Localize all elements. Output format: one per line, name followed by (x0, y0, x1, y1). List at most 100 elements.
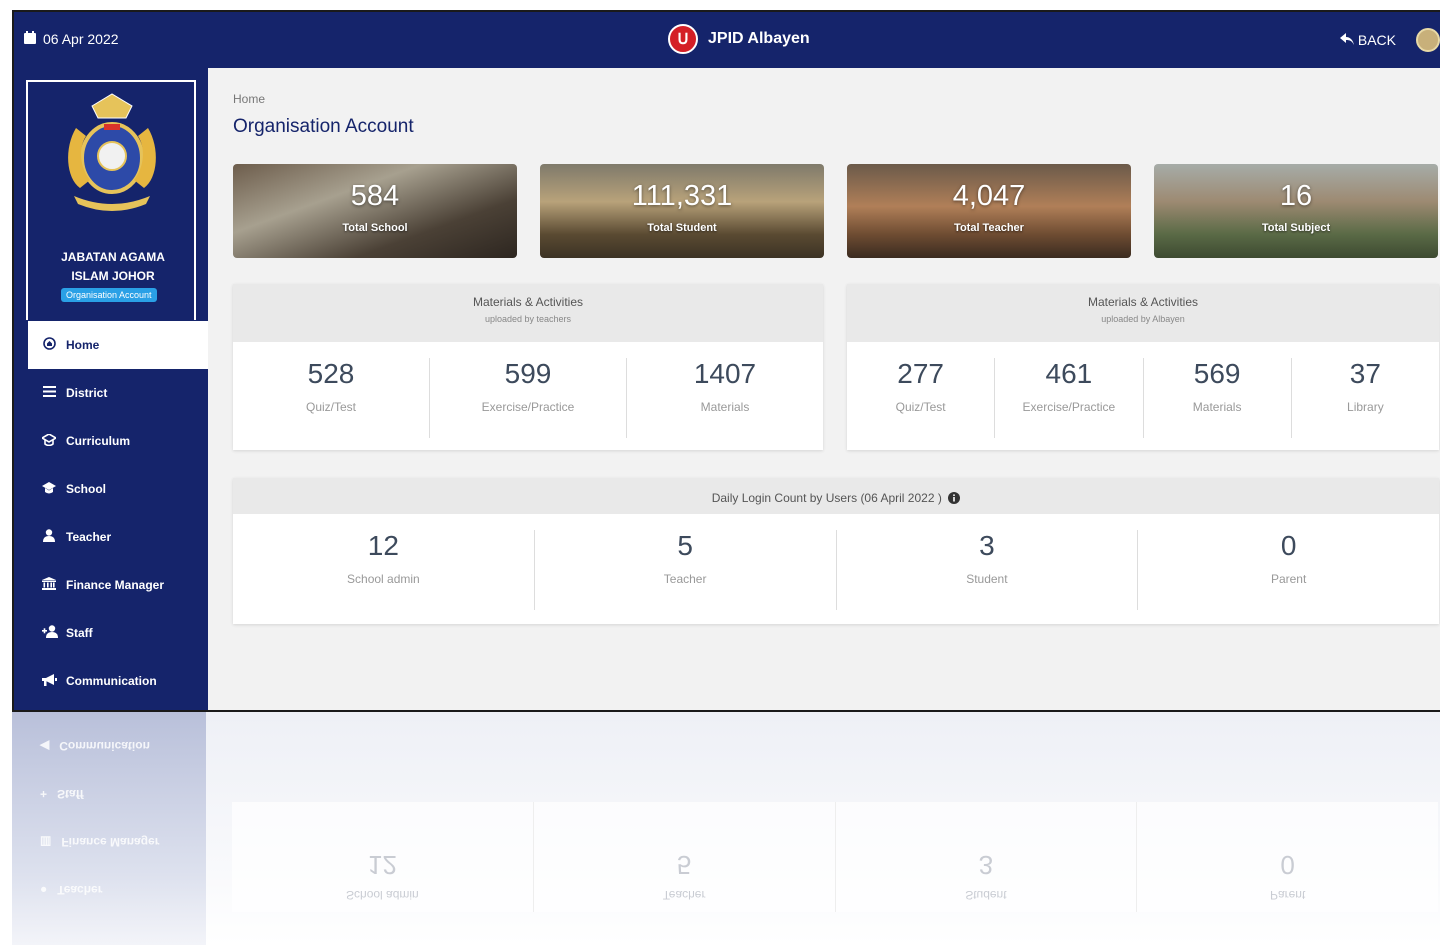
reflection-label: Teacher (57, 883, 103, 897)
metric-label: Exercise/Practice (1022, 400, 1116, 414)
sidebar-item-communication[interactable]: Communication (28, 657, 208, 705)
megaphone-icon: ◀ (40, 739, 50, 753)
metric-exercise-practice[interactable]: 599 Exercise/Practice (430, 358, 627, 438)
user-plus-icon: + (40, 787, 48, 801)
login-school-admin[interactable]: 12 School admin (233, 530, 535, 610)
graduation-icon (40, 432, 58, 449)
login-student[interactable]: 3 Student (837, 530, 1139, 610)
daily-login-panel: Daily Login Count by Users (06 April 202… (233, 478, 1439, 624)
reflection-label: Student (965, 888, 1007, 902)
panel-cells: 528 Quiz/Test 599 Exercise/Practice 1407… (233, 358, 823, 438)
stat-value: 584 (350, 180, 400, 212)
school-icon (42, 481, 56, 497)
metric-label: Student (966, 572, 1008, 586)
metric-quiz-test[interactable]: 528 Quiz/Test (233, 358, 430, 438)
metric-library[interactable]: 37 Library (1292, 358, 1439, 438)
metric-label: Materials (1192, 400, 1242, 414)
sidebar-item-label: Staff (66, 626, 93, 640)
metric-value: 599 (504, 358, 552, 389)
account-type-badge: Organisation Account (61, 288, 157, 302)
reflection-cell: Student 3 (835, 802, 1138, 912)
reflection-value: 12 (367, 850, 397, 880)
panel-header: Daily Login Count by Users (06 April 202… (233, 478, 1439, 514)
panel-header: Materials & Activities uploaded by Albay… (847, 284, 1439, 342)
reflection-cell: School admin 12 (232, 802, 534, 912)
metric-label: Teacher (663, 572, 707, 586)
sidebar-item-label: Curriculum (66, 434, 131, 448)
screenshot-reflection: ◀ Communication + Staff ▥ Finance Manager ●… (12, 712, 1440, 945)
info-icon[interactable] (948, 491, 961, 509)
metric-value: 1407 (693, 358, 757, 389)
stat-card-total-subject[interactable]: 16 Total Subject (1154, 164, 1438, 258)
bank-icon (42, 577, 56, 593)
org-name-line2: ISLAM JOHOR (71, 269, 155, 283)
metric-label: Materials (700, 400, 750, 414)
metric-label: Parent (1270, 572, 1307, 586)
metric-materials[interactable]: 569 Materials (1144, 358, 1292, 438)
metric-materials[interactable]: 1407 Materials (627, 358, 823, 438)
sidebar-item-label: Teacher (66, 530, 112, 544)
org-crest-frame: JABATAN AGAMA ISLAM JOHOR Organisation A… (26, 80, 196, 320)
stat-card-total-student[interactable]: 111,331 Total Student (540, 164, 824, 258)
panel-cells: 12 School admin 5 Teacher 3 Student 0 Pa… (233, 530, 1439, 610)
stat-card-total-teacher[interactable]: 4,047 Total Teacher (847, 164, 1131, 258)
materials-teachers-panel: Materials & Activities uploaded by teach… (233, 284, 823, 450)
sidebar-item-label: Finance Manager (66, 578, 165, 592)
login-parent[interactable]: 0 Parent (1138, 530, 1439, 610)
org-name: JABATAN AGAMA ISLAM JOHOR (28, 248, 198, 286)
reflection-label: Staff (57, 787, 84, 801)
metric-value: 12 (367, 530, 399, 561)
stat-card-total-school[interactable]: 584 Total School (233, 164, 517, 258)
metric-exercise-practice[interactable]: 461 Exercise/Practice (995, 358, 1144, 438)
back-label: BACK (1357, 32, 1396, 48)
sidebar-item-home[interactable]: Home (28, 321, 208, 369)
reflection-cell: Teacher 5 (533, 802, 836, 912)
reflection-label: Finance Manager (61, 835, 160, 849)
metric-value: 528 (307, 358, 355, 389)
stat-value: 111,331 (631, 180, 733, 212)
reflection-item: ● Teacher (12, 866, 206, 914)
sidebar-item-teacher[interactable]: Teacher (28, 513, 208, 561)
brand[interactable]: ᑌ JPID Albayen (668, 24, 810, 54)
breadcrumb[interactable]: Home (233, 92, 265, 106)
sidebar-item-staff[interactable]: Staff (28, 609, 208, 657)
stat-label: Total Teacher (954, 222, 1024, 234)
reflection-value: 0 (1280, 850, 1295, 880)
panel-title: Materials & Activities (1087, 295, 1199, 309)
metric-label: Library (1347, 400, 1384, 414)
stat-label: Total Subject (1261, 222, 1331, 234)
top-bar: 06 Apr 2022 ᑌ JPID Albayen BACK (14, 12, 1440, 68)
sidebar-item-label: Home (66, 338, 100, 352)
reflection-item: ▥ Finance Manager (12, 818, 206, 866)
metric-value: 569 (1193, 358, 1241, 389)
calendar-icon (24, 31, 36, 47)
user-icon: ● (40, 883, 48, 897)
home-icon (42, 337, 56, 353)
sidebar-item-finance-manager[interactable]: Finance Manager (28, 561, 208, 609)
metric-quiz-test[interactable]: 277 Quiz/Test (847, 358, 996, 438)
org-name-line1: JABATAN AGAMA (61, 250, 165, 264)
sidebar-item-school[interactable]: School (28, 465, 208, 513)
reflection-value: 5 (676, 850, 692, 880)
reflection-sidebar: ◀ Communication + Staff ▥ Finance Manager ●… (12, 712, 206, 945)
sidebar-item-label: School (66, 482, 107, 496)
stat-label: Total School (342, 222, 408, 234)
reflection-value: 3 (978, 850, 994, 880)
materials-albayen-panel: Materials & Activities uploaded by Albay… (847, 284, 1439, 450)
reflection-cell: Parent 0 (1137, 802, 1438, 912)
panel-cells: 277 Quiz/Test 461 Exercise/Practice 569 … (847, 358, 1439, 438)
metric-label: Quiz/Test (895, 400, 946, 414)
metric-label: School admin (347, 572, 420, 586)
back-button[interactable]: BACK (1339, 32, 1396, 48)
panel-header: Materials & Activities uploaded by teach… (233, 284, 823, 342)
sidebar-item-curriculum[interactable]: Curriculum (28, 417, 208, 465)
login-teacher[interactable]: 5 Teacher (535, 530, 837, 610)
page-title: Organisation Account (233, 116, 414, 137)
user-avatar[interactable] (1416, 28, 1440, 52)
user-icon (42, 529, 56, 545)
sidebar-item-district[interactable]: District (28, 369, 208, 417)
metric-value: 5 (677, 530, 693, 561)
reflection-login-panel: School admin 12 Teacher 5 Student 3 Parent 0 (232, 802, 1438, 912)
reflection-item: + Staff (12, 770, 206, 818)
panel-subtitle: uploaded by Albayen (1101, 314, 1185, 324)
